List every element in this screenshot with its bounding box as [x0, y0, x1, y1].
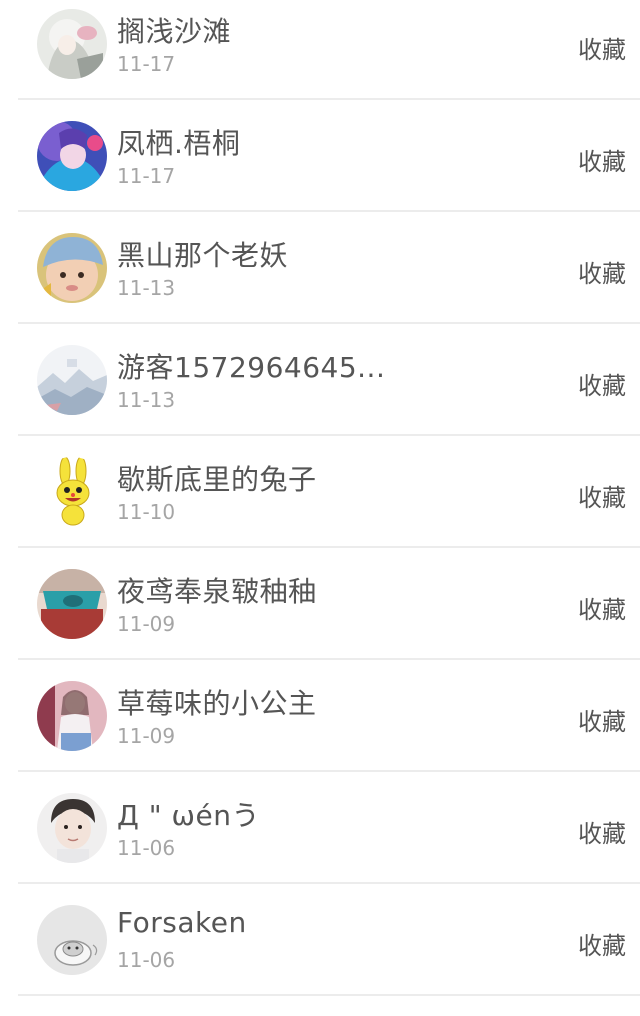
favorite-button[interactable]: 收藏: [578, 926, 626, 961]
avatar-anime-girl-blue-hair-image: [37, 121, 107, 191]
avatar-anime-girl-white-hair-image: [37, 9, 107, 79]
list-item[interactable]: 歇斯底里的兔子 11-10 收藏: [18, 436, 640, 548]
avatar[interactable]: [37, 345, 107, 415]
avatar[interactable]: [37, 681, 107, 751]
favorites-list: 搁浅沙滩 11-17 收藏 凤栖.梧桐 11-17 收藏 黑山那个老妖 11-1…: [0, 0, 640, 1016]
avatar-baby-with-hat-image: [37, 233, 107, 303]
user-name: 黑山那个老妖: [117, 239, 289, 272]
favorite-button[interactable]: 收藏: [578, 366, 626, 401]
avatar-landscape-painting-image: [37, 345, 107, 415]
avatar[interactable]: [37, 9, 107, 79]
favorite-button[interactable]: 收藏: [578, 702, 626, 737]
avatar-boy-photo-image: [37, 793, 107, 863]
user-name: Д " ωénう: [117, 799, 260, 832]
list-item[interactable]: 搁浅沙滩 11-17 收藏: [18, 0, 640, 100]
user-name: 夜鸢奉泉皲秞秞: [117, 575, 317, 608]
avatar[interactable]: [37, 121, 107, 191]
list-item[interactable]: 凤栖.梧桐 11-17 收藏: [18, 100, 640, 212]
post-date: 11-17: [117, 52, 176, 76]
user-name: 游客1572964645...: [117, 351, 386, 384]
list-item[interactable]: 夜鸢奉泉皲秞秞 11-09 收藏: [18, 548, 640, 660]
avatar-grey-cartoon-image: [37, 905, 107, 975]
post-date: 11-17: [117, 164, 176, 188]
avatar-girl-pink-room-image: [37, 681, 107, 751]
post-date: 11-13: [117, 388, 176, 412]
post-date: 11-09: [117, 724, 176, 748]
avatar-yellow-cartoon-rabbit-image: [37, 457, 107, 527]
list-item[interactable]: 黑山那个老妖 11-13 收藏: [18, 212, 640, 324]
user-name: 搁浅沙滩: [117, 15, 232, 48]
list-item[interactable]: 游客1572964645... 11-13 收藏: [18, 324, 640, 436]
favorite-button[interactable]: 收藏: [578, 142, 626, 177]
post-date: 11-13: [117, 276, 176, 300]
avatar[interactable]: [37, 569, 107, 639]
avatar[interactable]: [37, 457, 107, 527]
favorite-button[interactable]: 收藏: [578, 590, 626, 625]
favorite-button[interactable]: 收藏: [578, 254, 626, 289]
post-date: 11-09: [117, 612, 176, 636]
avatar[interactable]: [37, 793, 107, 863]
favorite-button[interactable]: 收藏: [578, 478, 626, 513]
avatar[interactable]: [37, 233, 107, 303]
user-name: 凤栖.梧桐: [117, 127, 241, 160]
favorite-button[interactable]: 收藏: [578, 814, 626, 849]
list-item[interactable]: 草莓味的小公主 11-09 收藏: [18, 660, 640, 772]
list-item[interactable]: Forsaken 11-06 收藏: [18, 884, 640, 996]
post-date: 11-06: [117, 836, 176, 860]
post-date: 11-10: [117, 500, 176, 524]
user-name: Forsaken: [117, 906, 247, 939]
post-date: 11-06: [117, 948, 176, 972]
avatar[interactable]: [37, 905, 107, 975]
user-name: 歇斯底里的兔子: [117, 463, 317, 496]
avatar-teal-bed-scene-image: [37, 569, 107, 639]
list-item[interactable]: Д " ωénう 11-06 收藏: [18, 772, 640, 884]
favorite-button[interactable]: 收藏: [578, 30, 626, 65]
user-name: 草莓味的小公主: [117, 687, 317, 720]
